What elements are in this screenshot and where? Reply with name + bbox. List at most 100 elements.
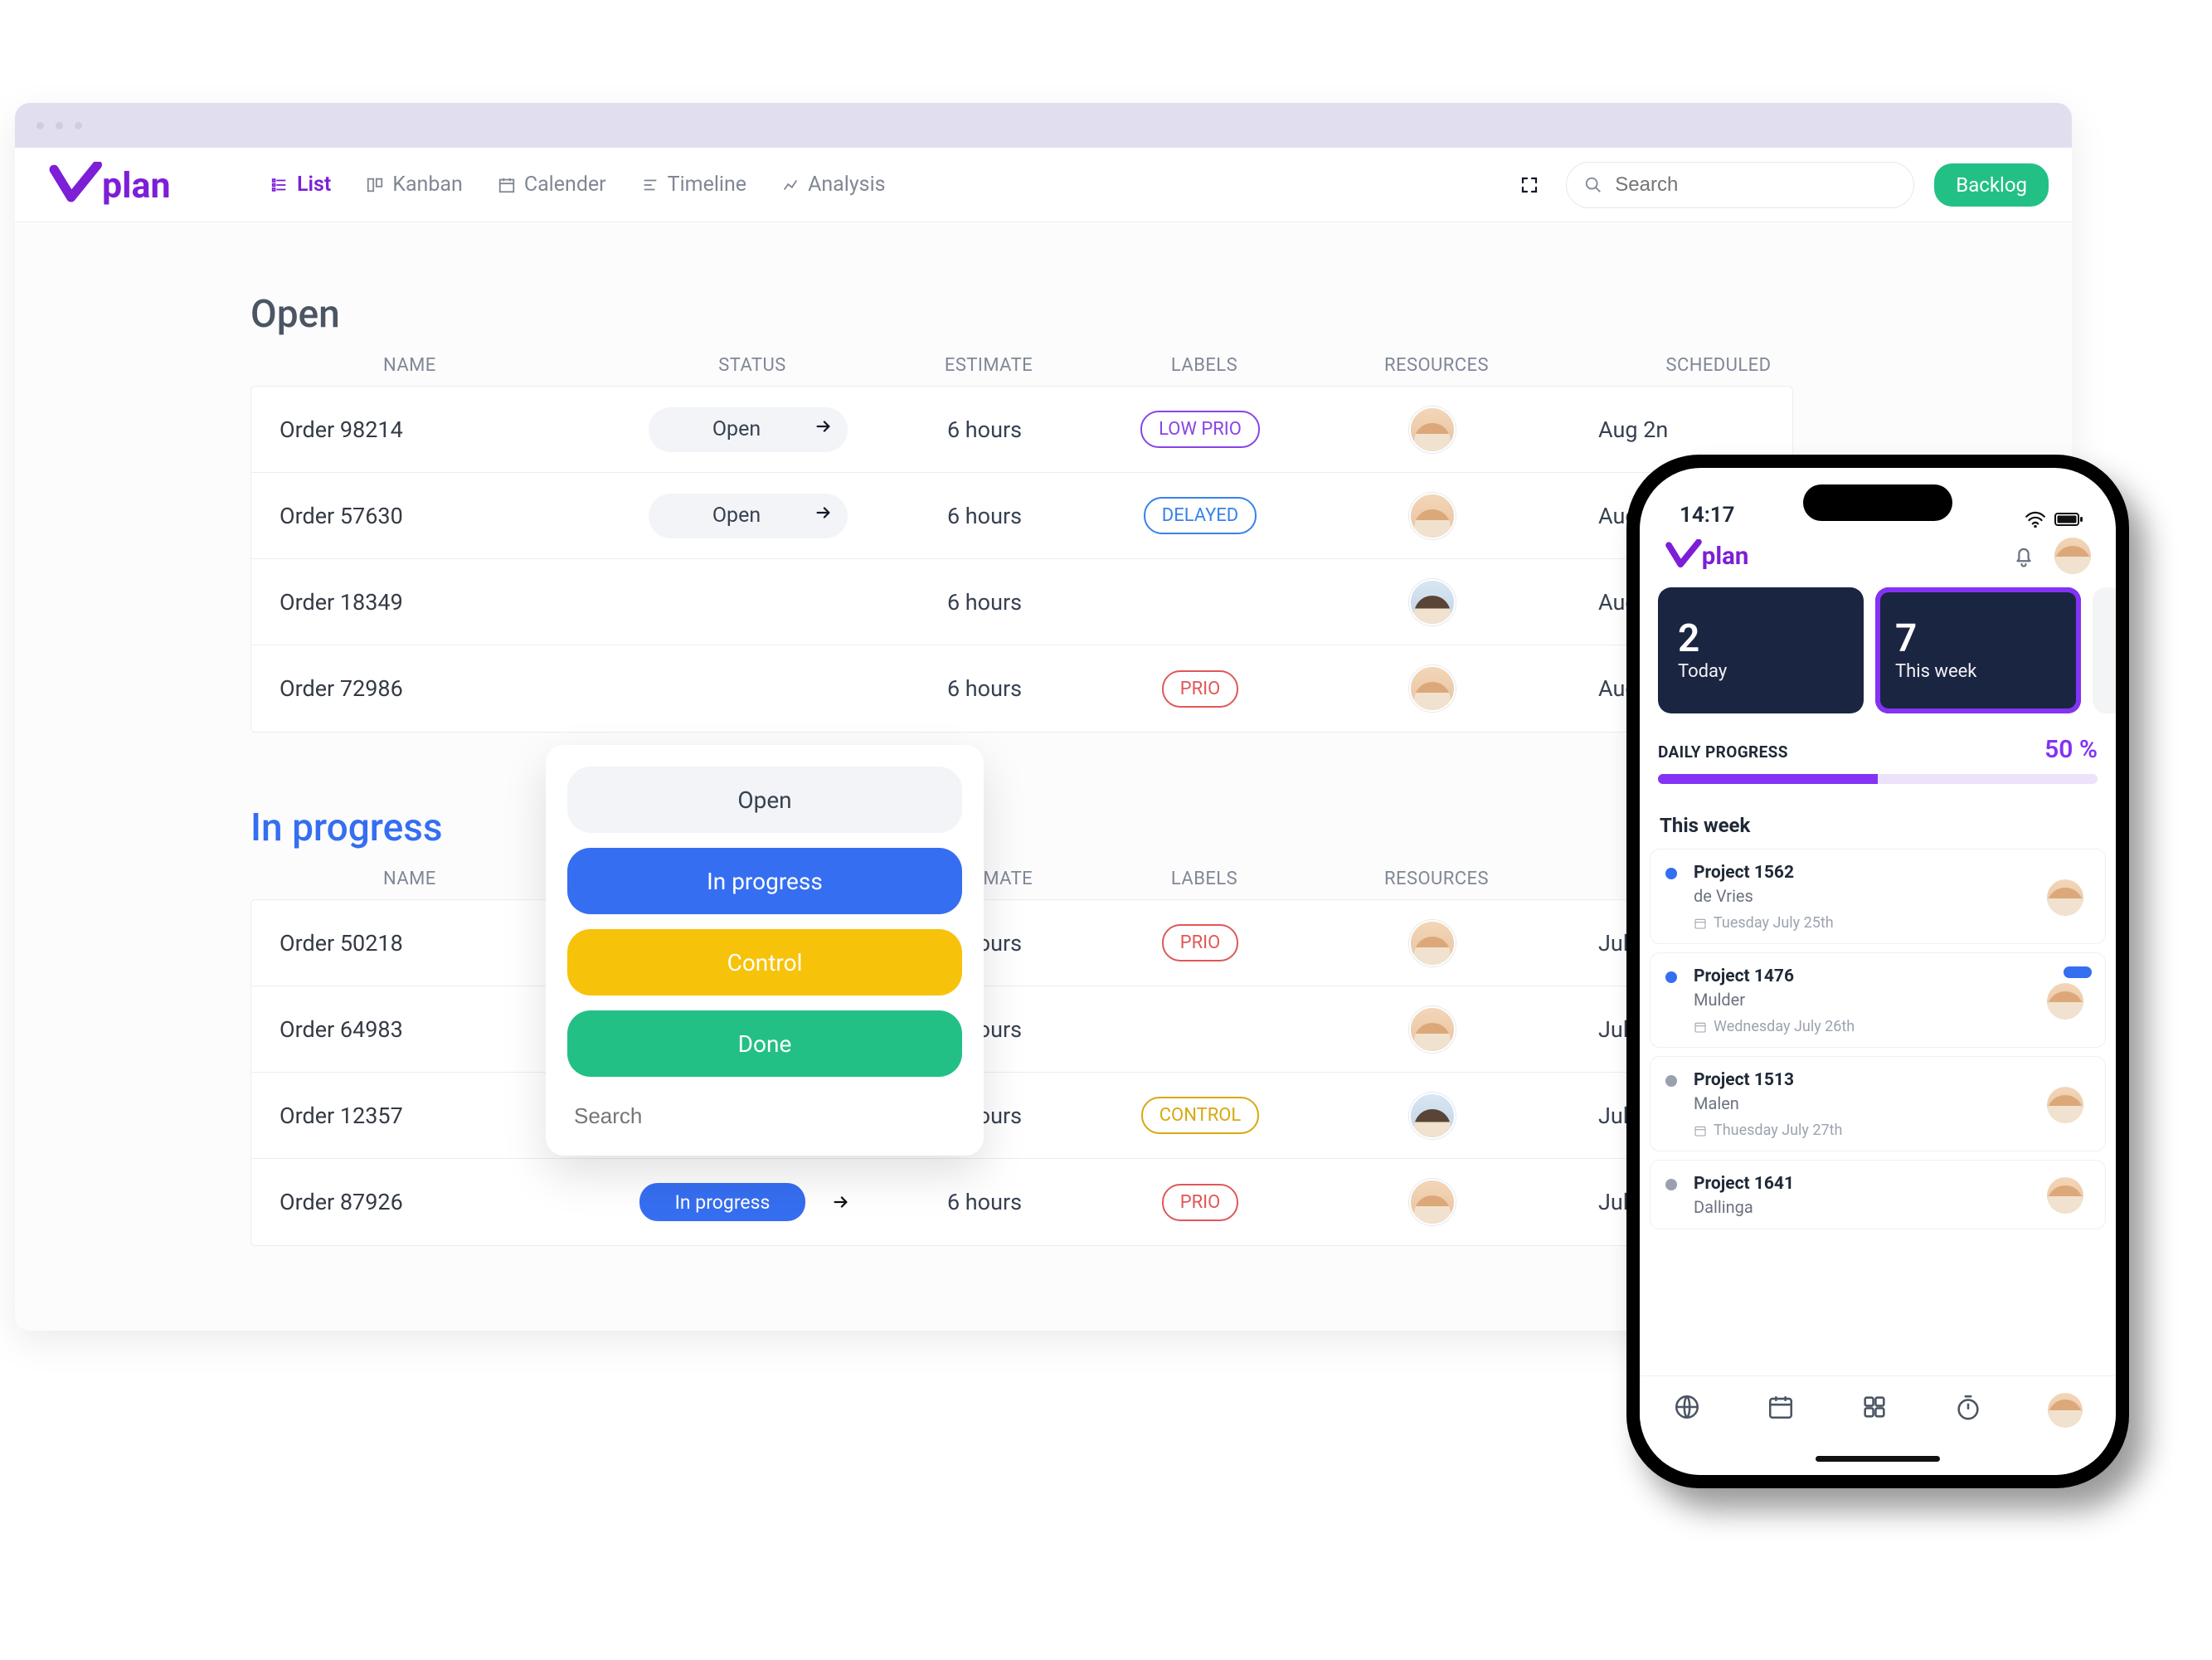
list-icon [270,176,289,194]
calendar-icon [498,176,516,194]
cell-name: Order 18349 [280,589,611,616]
search-icon [1578,170,1608,200]
topbar-right: Backlog [1513,162,2049,208]
status-advance-icon[interactable] [814,417,833,441]
avatar [1409,1179,1456,1225]
stat-label: Today [1678,661,1844,682]
status-option-done[interactable]: Done [567,1010,962,1077]
cell-resources[interactable] [1316,579,1548,626]
status-pill[interactable]: Open [649,494,848,538]
search-input[interactable] [1615,173,1898,197]
project-subtitle: Malen [1694,1093,2039,1113]
table-row[interactable]: Order 50218In progress6 hoursPRIOJuly 1 [251,900,1792,986]
cell-status: In progress [620,1183,877,1221]
phone-mock: 14:17 plan [1626,455,2129,1488]
globe-icon[interactable] [1673,1393,1701,1421]
nav-tab-calendar[interactable]: Calender [498,173,606,197]
status-advance-icon[interactable] [814,504,833,528]
table-row[interactable]: Order 98214Open6 hoursLOW PRIOAug 2n [251,387,1792,473]
status-dot [1665,971,1677,983]
status-option-open[interactable]: Open [567,767,962,833]
profile-avatar[interactable] [2054,538,2091,574]
phone-screen: 14:17 plan [1640,468,2116,1475]
avatar [1409,665,1456,712]
list-title: This week [1640,789,2116,849]
project-subtitle: Mulder [1694,990,2039,1010]
status-option-inprogress[interactable]: In progress [567,848,962,914]
backlog-button[interactable]: Backlog [1934,163,2049,207]
project-item[interactable]: Project 1513MalenThuesday July 27th [1650,1056,2106,1151]
grid-icon[interactable] [1860,1393,1889,1421]
cell-resources[interactable] [1316,493,1548,539]
table-row[interactable]: Order 57630Open6 hoursDELAYEDAug 7 [251,473,1792,559]
status-dot [1665,868,1677,879]
search-field[interactable] [1566,162,1914,208]
nav-tab-timeline[interactable]: Timeline [641,173,746,197]
stat-card-week[interactable]: 7 This week [1875,587,2081,713]
project-item[interactable]: Project 1562de VriesTuesday July 25th [1650,849,2106,944]
calendar-icon[interactable] [1767,1393,1795,1421]
stat-label: This week [1895,661,2061,682]
status-advance-button[interactable] [825,1186,857,1218]
cell-resources[interactable] [1316,1179,1548,1225]
expand-button[interactable] [1513,168,1546,202]
window-dot [56,122,63,129]
status-pill[interactable]: In progress [639,1183,805,1221]
label-chip: CONTROL [1141,1097,1260,1134]
project-subtitle: Dallinga [1694,1197,2039,1217]
label-chip: LOW PRIO [1140,411,1260,448]
project-date: Thuesday July 27th [1694,1122,2039,1139]
table-row[interactable]: Order 183496 hoursAug 1 [251,559,1792,645]
cell-resources[interactable] [1316,665,1548,712]
project-avatar [2047,879,2083,916]
analysis-icon [781,176,800,194]
bell-icon[interactable] [2011,543,2036,568]
cell-labels: PRIO [1092,670,1308,708]
nav-label: List [297,173,331,197]
status-option-control[interactable]: Control [567,929,962,996]
cell-resources[interactable] [1316,1006,1548,1053]
col-scheduled: SCHEDULED [1561,355,1876,376]
project-avatar [2047,1087,2083,1123]
battery-icon [2054,512,2084,527]
progress-label: DAILY PROGRESS [1658,742,1788,762]
nav-label: Calender [524,173,606,197]
progress-bar [1658,774,2098,784]
kanban-icon [366,176,384,194]
table-row[interactable]: Order 12357In progress6 hoursCONTROLJuly… [251,1073,1792,1159]
table-open: Order 98214Open6 hoursLOW PRIOAug 2nOrde… [250,386,1793,733]
col-labels: LABELS [1096,869,1312,889]
status-pill[interactable]: Open [649,407,848,452]
project-item[interactable]: Project 1641Dallinga [1650,1160,2106,1229]
cell-resources[interactable] [1316,920,1548,966]
status-dropdown[interactable]: Open In progress Control Done [546,745,984,1156]
table-inprogress: Order 50218In progress6 hoursPRIOJuly 1O… [250,899,1793,1246]
nav-tab-list[interactable]: List [270,173,331,197]
stat-card-peek[interactable] [2093,587,2116,713]
table-row[interactable]: Order 64983In progress6 hoursJuly 1 [251,986,1792,1073]
table-row[interactable]: Order 87926In progress6 hoursPRIOJuly 2 [251,1159,1792,1245]
cell-estimate: 6 hours [885,589,1084,616]
cell-labels: CONTROL [1092,1097,1308,1134]
label-chip: PRIO [1162,1184,1239,1221]
col-labels: LABELS [1096,355,1312,376]
table-row[interactable]: Order 729866 hoursPRIOAug 2 [251,645,1792,732]
cell-resources[interactable] [1316,406,1548,453]
status-search-input[interactable] [567,1092,962,1134]
home-indicator [1816,1456,1940,1462]
cell-labels: PRIO [1092,924,1308,961]
timer-icon[interactable] [1954,1393,1982,1421]
nav-tab-kanban[interactable]: Kanban [366,173,463,197]
project-item[interactable]: Project 1476MulderWednesday July 26th [1650,952,2106,1048]
project-chip [2064,966,2092,978]
stat-card-today[interactable]: 2 Today [1658,587,1864,713]
project-date: Wednesday July 26th [1694,1018,2039,1035]
table-header: NAME STATUS ESTIMATE LABELS RESOURCES SC… [250,355,2072,376]
window-dot [36,122,44,129]
avatar [1409,1093,1456,1139]
status-dot [1665,1075,1677,1087]
brand-logo: plan [46,162,204,208]
cell-resources[interactable] [1316,1093,1548,1139]
tabbar-avatar[interactable] [2048,1393,2083,1428]
nav-tab-analysis[interactable]: Analysis [781,173,886,197]
